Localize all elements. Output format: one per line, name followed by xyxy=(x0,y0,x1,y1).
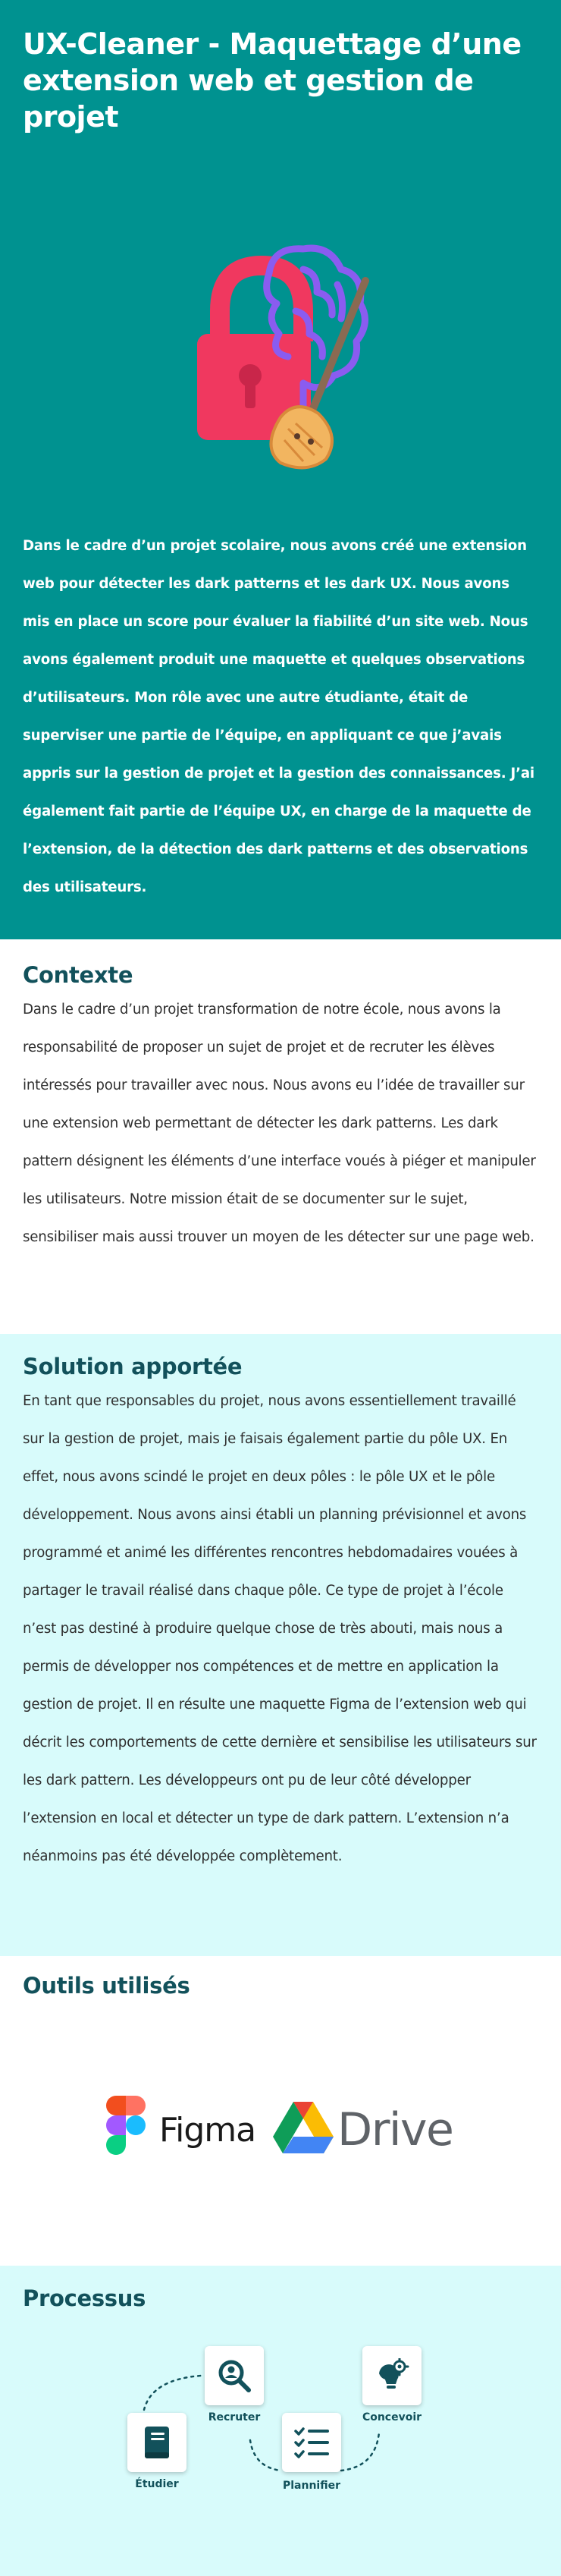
intro-text: Dans le cadre d’un projet scolaire, nous… xyxy=(23,538,534,895)
google-drive-logo-icon xyxy=(273,2102,334,2153)
search-person-icon xyxy=(218,2360,251,2392)
process-label-recruter: Recruter xyxy=(208,2411,261,2423)
process-label-concevoir: Concevoir xyxy=(362,2411,422,2423)
process-step-etudier xyxy=(127,2413,186,2472)
process-step-concevoir xyxy=(362,2346,422,2405)
contexte-section: Contexte Dans le cadre d’un projet trans… xyxy=(0,939,561,1334)
process-label-etudier: Étudier xyxy=(135,2478,179,2490)
contexte-text: Dans le cadre d’un projet transformation… xyxy=(23,1002,536,1245)
process-step-plannifier xyxy=(282,2413,341,2472)
contexte-heading: Contexte xyxy=(23,962,133,988)
drive-wordmark: Drive xyxy=(337,2103,454,2156)
solution-heading: Solution apportée xyxy=(23,1354,243,1379)
process-heading: Processus xyxy=(23,2285,146,2311)
process-diagram: Étudier Recruter Plannifier Concevoir xyxy=(121,2342,440,2569)
process-section: Processus Étudier Recruter Plannifier Co… xyxy=(0,2266,561,2576)
book-icon xyxy=(145,2427,169,2458)
process-label-plannifier: Plannifier xyxy=(282,2480,340,2492)
solution-section: Solution apportée En tant que responsabl… xyxy=(0,1334,561,1956)
figma-logo-icon xyxy=(106,2096,146,2155)
lock-brain-broom-icon xyxy=(197,244,369,470)
tools-heading: Outils utilisés xyxy=(23,1973,190,1999)
process-step-recruter xyxy=(205,2346,264,2405)
tools-section: Outils utilisés Figma Drive xyxy=(0,1956,561,2266)
figma-wordmark: Figma xyxy=(159,2111,256,2150)
tools-logos: Figma Drive xyxy=(106,2091,470,2167)
lightbulb-gear-icon xyxy=(379,2358,409,2389)
hero-section: UX-Cleaner - Maquettage d’une extension … xyxy=(0,0,561,939)
page-title: UX-Cleaner - Maquettage d’une extension … xyxy=(23,27,522,134)
checklist-icon xyxy=(294,2427,329,2458)
solution-text: En tant que responsables du projet, nous… xyxy=(23,1393,537,1864)
